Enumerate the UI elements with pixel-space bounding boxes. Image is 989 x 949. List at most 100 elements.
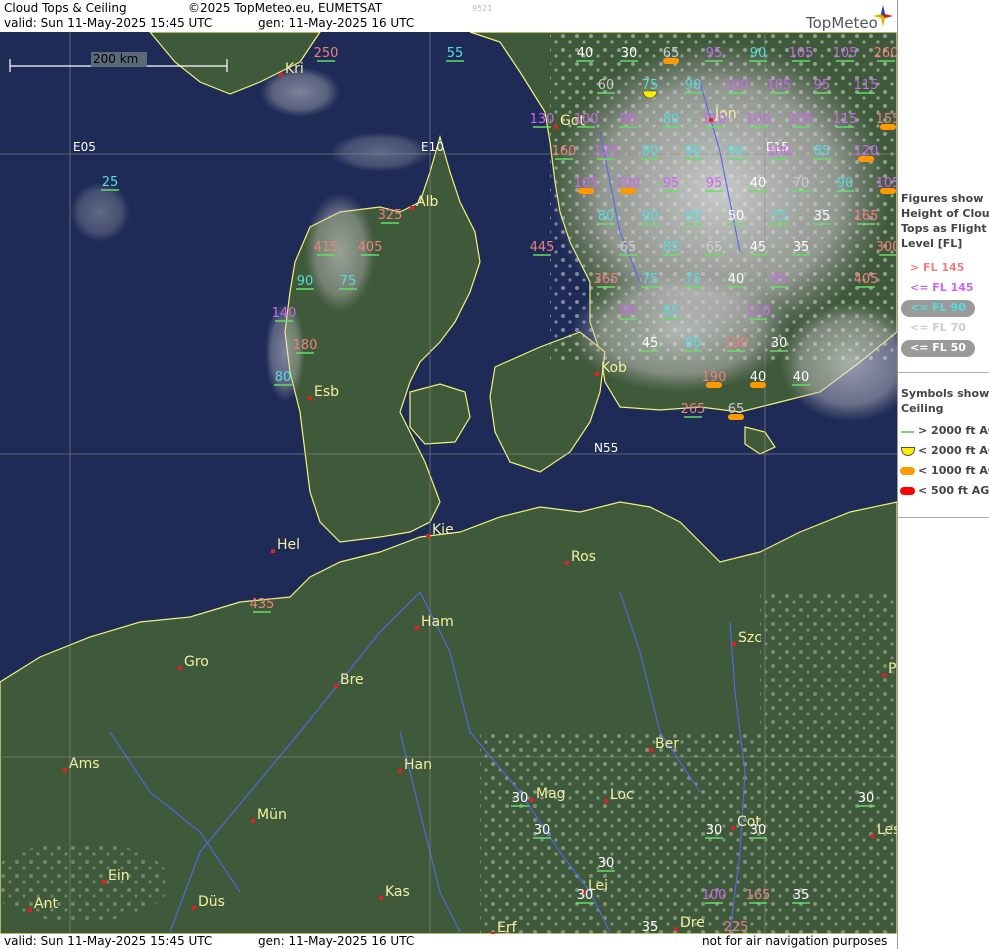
city-marker: [410, 206, 414, 210]
cloud-top-marker: 30: [857, 791, 875, 807]
cloud-top-value: 95: [663, 176, 680, 191]
cloud-top-value: 95: [620, 112, 637, 127]
cloud-top-marker: 160: [552, 144, 577, 160]
cloud-top-marker: 65: [705, 240, 723, 256]
cloud-top-value: 90: [837, 176, 854, 191]
ceiling-legend-symbol: [900, 487, 915, 495]
legend-top-category: <= FL 145: [910, 281, 974, 294]
cloud-top-value: 160: [552, 144, 577, 159]
cloud-top-value: 30: [706, 823, 723, 838]
cloud-top-marker: 80: [597, 209, 615, 225]
cloud-top-marker: 95: [705, 46, 723, 62]
cloud-top-marker: 40: [576, 46, 594, 62]
cloud-top-value: 225: [724, 920, 749, 934]
cloud-top-value: 30: [858, 791, 875, 806]
footer-valid-time: valid: Sun 11-May-2025 15:45 UTC: [4, 934, 213, 948]
cloud-top-marker: 105: [789, 112, 814, 128]
city-label: Ant: [34, 896, 58, 912]
cloud-top-marker: 300: [876, 240, 897, 256]
cloud-top-value: 105: [789, 112, 814, 127]
cloud-top-value: 50: [728, 209, 745, 224]
cloud-top-marker: 45: [641, 336, 659, 352]
city-marker: [595, 372, 599, 376]
city-marker: [251, 819, 255, 823]
cloud-top-marker: 30: [620, 46, 638, 62]
cloud-top-marker: 405: [854, 272, 878, 288]
ceiling-symbol: [858, 156, 874, 162]
cloud-top-marker: 35: [813, 209, 831, 225]
cloud-top-marker: 90: [641, 209, 659, 225]
city-label: Bre: [340, 672, 364, 688]
cloud-top-marker: 100: [724, 78, 748, 94]
cloud-top-marker: 85: [662, 240, 680, 256]
cloud-top-value: 100: [767, 144, 792, 159]
city-label: Hel: [277, 537, 300, 553]
cloud-top-marker: 80: [641, 144, 659, 160]
city-marker: [415, 626, 419, 630]
city-label: Düs: [198, 894, 225, 910]
city-label: Erf: [497, 920, 518, 934]
cloud-top-marker: 55: [446, 46, 464, 62]
cloud-top-value: 95: [771, 272, 788, 287]
cloud-top-value: 80: [275, 370, 292, 385]
satellite-map[interactable]: E05 E10 E15 N55 Kri Got Jon Alb Kob Esb Kie Hel Ros…: [0, 32, 897, 934]
legend-top-category: <= FL 70: [910, 321, 966, 334]
cloud-top-value: 90: [685, 78, 702, 93]
cloud-top-marker: 30: [597, 856, 615, 872]
cloud-top-value: 85: [663, 304, 680, 319]
cloud-top-marker: 95: [705, 176, 723, 192]
ceiling-legend-symbol: [900, 467, 915, 475]
cloud-top-value: 75: [685, 272, 702, 287]
cloud-top-marker: 30: [749, 823, 767, 839]
cloud-top-marker: 90: [727, 144, 745, 160]
cloud-top-value: 25: [102, 175, 119, 190]
city-marker: [28, 908, 32, 912]
cloud-top-value: 90: [685, 209, 702, 224]
cloud-top-value: 55: [447, 46, 464, 61]
city-label: Mün: [257, 807, 287, 823]
cloud-top-marker: 30: [533, 823, 551, 839]
ceiling-symbol: [880, 188, 896, 194]
city-marker: [565, 561, 569, 565]
cloud-top-marker: 80: [684, 336, 702, 352]
cloud-top-value: 130: [530, 112, 555, 127]
ceiling-legend-label: < 1000 ft AGL: [918, 464, 989, 477]
city-label: Alb: [416, 194, 438, 210]
cloud-top-marker: 90: [684, 78, 702, 94]
cloud-top-marker: 30: [770, 336, 788, 352]
cloud-top-marker: 90: [836, 176, 854, 192]
cloud-top-value: 250: [314, 46, 339, 61]
cloud-top-marker: 95: [619, 112, 637, 128]
cloud-top-marker: 80: [274, 370, 292, 386]
city-marker: [731, 826, 735, 830]
city-marker: [192, 906, 196, 910]
cloud-top-marker: 260: [874, 46, 897, 62]
cloud-top-value: 90: [685, 144, 702, 159]
cloud-top-value: 100: [574, 112, 599, 127]
city-label: Han: [404, 757, 432, 773]
cloud-top-value: 80: [663, 112, 680, 127]
ceiling-legend-symbol: [901, 431, 914, 433]
legend-title-line: Tops as Flight: [901, 222, 987, 235]
ceiling-symbol: [663, 58, 679, 64]
cloud-top-marker: 325: [378, 208, 402, 224]
city-marker: [871, 834, 875, 838]
city-marker: [334, 684, 338, 688]
legend-top-category: <= FL 90: [910, 301, 966, 314]
cloud-top-value: 95: [620, 304, 637, 319]
cloud-top-value: 90: [728, 144, 745, 159]
city-label: Esb: [314, 384, 339, 400]
cloud-top-marker: 75: [770, 209, 788, 225]
cloud-top-value: 35: [642, 920, 659, 934]
cloud-top-marker: 445: [530, 240, 554, 256]
city-label: Ber: [655, 736, 679, 752]
map-title: Cloud Tops & Ceiling: [4, 1, 127, 15]
cloud-top-marker: 165: [854, 209, 878, 225]
ceiling-symbol: [620, 188, 636, 194]
cloud-top-value: 95: [706, 46, 723, 61]
city-label: Ham: [421, 614, 454, 630]
cloud-top-marker: 75: [642, 78, 658, 99]
cloud-top-value: 95: [706, 176, 723, 191]
footer-generation-time: gen: 11-May-2025 16 UTC: [258, 934, 415, 948]
cloud-top-value: 190: [724, 336, 749, 351]
